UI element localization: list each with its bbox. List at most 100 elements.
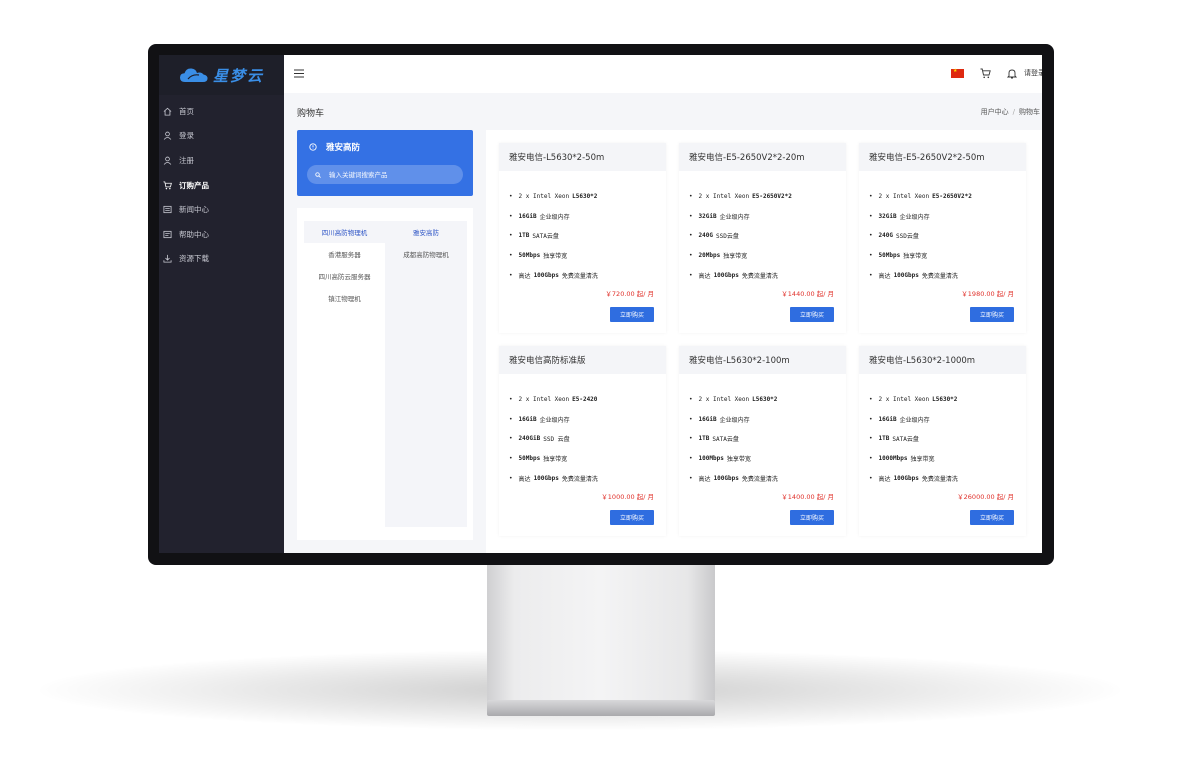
spec-item: 16GiB企业级内存 bbox=[509, 207, 666, 227]
spec-prefix: 高达 bbox=[698, 475, 711, 483]
breadcrumb-user-center[interactable]: 用户中心 bbox=[981, 108, 1009, 116]
spec-cpu-model: L5630*2 bbox=[932, 396, 958, 404]
search-icon bbox=[315, 171, 321, 178]
spec-value: 16GiB bbox=[878, 415, 897, 423]
category-group-active: 四川高防物理机 bbox=[304, 221, 385, 243]
spec-value: 240G bbox=[878, 232, 893, 240]
spec-value: 32GiB bbox=[698, 212, 717, 220]
breadcrumb: 用户中心 / 购物车 bbox=[981, 107, 1040, 117]
category-group-list: 四川高防物理机 香港服务器 四川高防云服务器 镇江物理机 bbox=[304, 221, 385, 309]
spec-value: 1TB bbox=[518, 232, 530, 240]
help-icon bbox=[163, 230, 172, 238]
sidebar-item-register[interactable]: 注册 bbox=[159, 148, 284, 173]
category-group-sichuan-physical[interactable]: 四川高防物理机 bbox=[304, 221, 385, 243]
page-title: 购物车 bbox=[297, 109, 325, 119]
spec-text: 独享带宽 bbox=[910, 456, 935, 464]
spec-item: 50Mbps独享带宽 bbox=[869, 246, 1026, 266]
spec-item: 1000Mbps独享带宽 bbox=[869, 449, 1026, 469]
spec-text: 2 x Intel Xeon bbox=[878, 396, 930, 404]
buy-now-button[interactable]: 立即购买 bbox=[970, 510, 1014, 525]
monitor-stand bbox=[487, 562, 715, 702]
sidebar-item-news[interactable]: 新闻中心 bbox=[159, 197, 284, 222]
spec-item: 100Mbps独享带宽 bbox=[689, 449, 846, 469]
sidebar-item-label: 订购产品 bbox=[179, 180, 209, 190]
spec-text: 免费流量清洗 bbox=[561, 272, 598, 280]
sidebar-item-downloads[interactable]: 资源下载 bbox=[159, 247, 284, 272]
login-link[interactable]: 请登录 bbox=[1024, 68, 1042, 78]
sidebar-item-label: 注册 bbox=[179, 155, 194, 165]
category-group-hongkong[interactable]: 香港服务器 bbox=[304, 243, 385, 265]
menu-icon[interactable] bbox=[294, 69, 304, 78]
spec-prefix: 高达 bbox=[878, 272, 891, 280]
spec-list: 2 x Intel XeonL5630*216GiB企业级内存1TBSATA云盘… bbox=[859, 374, 1026, 488]
spec-item: 2 x Intel XeonE5-2650V2*2 bbox=[869, 187, 1026, 207]
user-icon bbox=[163, 132, 172, 141]
spec-prefix: 高达 bbox=[878, 475, 891, 483]
spec-value: 50Mbps bbox=[518, 455, 541, 463]
buy-now-button[interactable]: 立即购买 bbox=[970, 307, 1014, 322]
spec-text: 独享带宽 bbox=[903, 253, 928, 261]
spec-value: 100Mbps bbox=[698, 455, 724, 463]
product-name: 雅安电信-E5-2650V2*2-50m bbox=[859, 143, 1026, 171]
spec-item: 2 x Intel XeonL5630*2 bbox=[509, 187, 666, 207]
logo[interactable]: 星梦云 bbox=[159, 55, 284, 95]
spec-item: 高达100Gbps免费流量清洗 bbox=[869, 468, 1026, 488]
screen: 星梦云 首页 登录 注册 订购产品 新闻中心 帮助中心 资源下载 ★ 请登录 购… bbox=[159, 55, 1042, 553]
spec-text: SATA云盘 bbox=[532, 233, 559, 241]
category-group-zhenjiang[interactable]: 镇江物理机 bbox=[304, 287, 385, 309]
spec-value: 1000Mbps bbox=[878, 455, 908, 463]
sidebar-item-login[interactable]: 登录 bbox=[159, 124, 284, 149]
buy-now-button[interactable]: 立即购买 bbox=[610, 307, 654, 322]
spec-list: 2 x Intel XeonL5630*216GiB企业级内存 1TBSATA云盘… bbox=[499, 171, 666, 285]
breadcrumb-current: 购物车 bbox=[1019, 108, 1040, 116]
sidebar: 星梦云 首页 登录 注册 订购产品 新闻中心 帮助中心 资源下载 bbox=[159, 55, 284, 553]
spec-value: 20Mbps bbox=[698, 252, 721, 260]
buy-now-button[interactable]: 立即购买 bbox=[790, 307, 834, 322]
spec-cpu-model: L5630*2 bbox=[752, 396, 778, 404]
spec-prefix: 高达 bbox=[698, 272, 711, 280]
spec-item: 240GSSD云盘 bbox=[689, 226, 846, 246]
spec-value: 16GiB bbox=[518, 212, 537, 220]
china-flag-icon[interactable]: ★ bbox=[951, 69, 964, 78]
sidebar-item-home[interactable]: 首页 bbox=[159, 99, 284, 124]
category-group-sichuan-cloud[interactable]: 四川高防云服务器 bbox=[304, 265, 385, 287]
search-panel-title-text: 雅安高防 bbox=[326, 143, 361, 153]
spec-value: 240GiB bbox=[518, 435, 541, 443]
buy-now-button[interactable]: 立即购买 bbox=[610, 510, 654, 525]
spec-item: 高达100Gbps免费流量清洗 bbox=[689, 468, 846, 488]
sidebar-item-help[interactable]: 帮助中心 bbox=[159, 222, 284, 247]
category-column: 雅安高防 四川高防物理机 香港服务器 四川高防云服务器 镇江物理机 bbox=[297, 130, 473, 540]
spec-value: 16GiB bbox=[698, 415, 717, 423]
bell-icon[interactable] bbox=[1007, 68, 1017, 79]
subcategory-chengdu[interactable]: 成都高防物理机 bbox=[385, 243, 467, 265]
buy-now-button[interactable]: 立即购买 bbox=[790, 510, 834, 525]
spec-value: 50Mbps bbox=[518, 252, 541, 260]
spec-item: 2 x Intel XeonE5-2650V2*2 bbox=[689, 187, 846, 207]
logo-text: 星梦云 bbox=[212, 66, 264, 85]
spec-value: 100Gbps bbox=[893, 474, 919, 482]
spec-prefix: 高达 bbox=[518, 272, 531, 280]
spec-text: 企业级内存 bbox=[899, 213, 930, 221]
sidebar-item-label: 新闻中心 bbox=[179, 205, 209, 215]
user-icon bbox=[163, 156, 172, 165]
subcategory-list: 雅安高防 成都高防物理机 bbox=[385, 221, 467, 527]
spec-text: 2 x Intel Xeon bbox=[518, 193, 570, 201]
monitor-stand-foot bbox=[487, 700, 715, 716]
sidebar-item-label: 资源下载 bbox=[179, 254, 209, 264]
spec-text: 2 x Intel Xeon bbox=[698, 396, 750, 404]
spec-item: 16GiB企业级内存 bbox=[509, 410, 666, 430]
product-name: 雅安电信高防标准版 bbox=[499, 346, 666, 374]
spec-item: 32GiB企业级内存 bbox=[689, 207, 846, 227]
subcategory-yaan[interactable]: 雅安高防 bbox=[385, 221, 467, 243]
product-price: ￥1400.00 起/ 月 bbox=[781, 493, 834, 501]
spec-text: 独享带宽 bbox=[723, 253, 748, 261]
sidebar-item-order-products[interactable]: 订购产品 bbox=[159, 173, 284, 198]
spec-item: 2 x Intel XeonL5630*2 bbox=[689, 390, 846, 410]
spec-cpu-model: E5-2650V2*2 bbox=[752, 193, 792, 201]
spec-value: 50Mbps bbox=[878, 252, 901, 260]
spec-value: 100Gbps bbox=[533, 271, 559, 279]
monitor-bezel: 星梦云 首页 登录 注册 订购产品 新闻中心 帮助中心 资源下载 ★ 请登录 购… bbox=[148, 44, 1054, 565]
product-price: ￥1980.00 起/ 月 bbox=[961, 290, 1014, 298]
cart-icon[interactable] bbox=[980, 68, 991, 79]
search-input[interactable] bbox=[329, 170, 459, 179]
